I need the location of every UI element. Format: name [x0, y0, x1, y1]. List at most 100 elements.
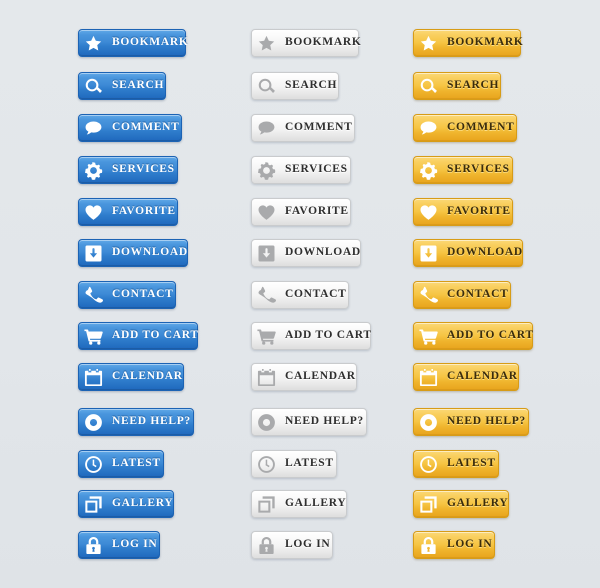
search-button-gray[interactable]: SEARCH: [251, 72, 339, 100]
contact-button-blue[interactable]: CONTACT: [78, 281, 176, 309]
phone-icon: [420, 286, 438, 303]
calendar-button-label: CALENDAR: [285, 370, 356, 383]
cart-icon: [84, 328, 103, 345]
cart-icon: [419, 328, 438, 345]
button-column-blue: BOOKMARK SEARCH COMMENT SERVICES FAVORITE DOW…: [0, 0, 200, 588]
cart-icon: [257, 328, 276, 345]
login-button-blue[interactable]: LOG IN: [78, 531, 160, 559]
bookmark-button-blue[interactable]: BOOKMARK: [78, 29, 188, 57]
download-icon: [85, 245, 102, 261]
add-to-cart-button-label: ADD TO CART: [447, 329, 534, 342]
login-button-yellow[interactable]: LOG IN: [413, 531, 495, 559]
contact-button-gray[interactable]: CONTACT: [251, 281, 349, 309]
clock-icon: [258, 455, 275, 473]
download-button-gray[interactable]: DOWNLOAD: [251, 239, 361, 267]
gallery-icon: [258, 495, 275, 513]
login-button-label: LOG IN: [285, 538, 331, 551]
calendar-button-gray[interactable]: CALENDAR: [251, 363, 357, 391]
favorite-button-gray[interactable]: FAVORITE: [251, 198, 351, 226]
download-button-label: DOWNLOAD: [112, 246, 188, 259]
lifebuoy-icon: [85, 413, 102, 431]
heart-icon: [85, 204, 102, 220]
gallery-button-blue[interactable]: GALLERY: [78, 490, 174, 518]
button-column-gray: BOOKMARK SEARCH COMMENT SERVICES FAVORITE DOW…: [200, 0, 400, 588]
need-help-button-label: NEED HELP?: [447, 415, 526, 428]
heart-icon: [258, 204, 275, 220]
download-icon: [258, 245, 275, 261]
services-button-label: SERVICES: [447, 163, 510, 176]
bookmark-button-label: BOOKMARK: [285, 36, 362, 49]
search-icon: [420, 78, 437, 93]
services-button-gray[interactable]: SERVICES: [251, 156, 351, 184]
comment-icon: [85, 121, 102, 135]
search-button-label: SEARCH: [447, 79, 500, 92]
star-icon: [85, 35, 102, 50]
comment-button-label: COMMENT: [285, 121, 353, 134]
download-button-yellow[interactable]: DOWNLOAD: [413, 239, 523, 267]
calendar-icon: [419, 368, 438, 386]
bookmark-button-yellow[interactable]: BOOKMARK: [413, 29, 523, 57]
services-button-label: SERVICES: [285, 163, 348, 176]
lock-icon: [259, 536, 274, 554]
add-to-cart-button-blue[interactable]: ADD TO CART: [78, 322, 198, 350]
gear-icon: [420, 161, 438, 180]
download-button-blue[interactable]: DOWNLOAD: [78, 239, 188, 267]
comment-button-yellow[interactable]: COMMENT: [413, 114, 517, 142]
lifebuoy-icon: [258, 413, 275, 431]
clock-icon: [85, 455, 102, 473]
favorite-button-blue[interactable]: FAVORITE: [78, 198, 178, 226]
favorite-button-yellow[interactable]: FAVORITE: [413, 198, 513, 226]
login-button-gray[interactable]: LOG IN: [251, 531, 333, 559]
gear-icon: [85, 161, 103, 180]
gallery-icon: [85, 495, 102, 513]
latest-button-gray[interactable]: LATEST: [251, 450, 337, 478]
favorite-button-label: FAVORITE: [112, 205, 176, 218]
search-button-blue[interactable]: SEARCH: [78, 72, 166, 100]
comment-icon: [258, 121, 275, 135]
comment-button-blue[interactable]: COMMENT: [78, 114, 182, 142]
calendar-button-label: CALENDAR: [112, 370, 183, 383]
download-button-label: DOWNLOAD: [285, 246, 361, 259]
phone-icon: [258, 286, 276, 303]
gallery-button-label: GALLERY: [447, 497, 509, 510]
add-to-cart-button-yellow[interactable]: ADD TO CART: [413, 322, 533, 350]
gallery-button-yellow[interactable]: GALLERY: [413, 490, 509, 518]
calendar-button-yellow[interactable]: CALENDAR: [413, 363, 519, 391]
search-icon: [85, 78, 102, 93]
latest-button-label: LATEST: [447, 457, 496, 470]
gear-icon: [258, 161, 276, 180]
button-board: BOOKMARK SEARCH COMMENT SERVICES FAVORITE DOW…: [0, 0, 600, 588]
button-column-yellow: BOOKMARK SEARCH COMMENT SERVICES FAVORITE DOW…: [400, 0, 600, 588]
latest-button-blue[interactable]: LATEST: [78, 450, 164, 478]
lock-icon: [421, 536, 436, 554]
favorite-button-label: FAVORITE: [285, 205, 349, 218]
contact-button-label: CONTACT: [112, 288, 174, 301]
need-help-button-blue[interactable]: NEED HELP?: [78, 408, 194, 436]
search-icon: [258, 78, 275, 93]
gallery-button-gray[interactable]: GALLERY: [251, 490, 347, 518]
lock-icon: [86, 536, 101, 554]
services-button-yellow[interactable]: SERVICES: [413, 156, 513, 184]
download-icon: [420, 245, 437, 261]
gallery-button-label: GALLERY: [112, 497, 174, 510]
comment-button-gray[interactable]: COMMENT: [251, 114, 355, 142]
latest-button-yellow[interactable]: LATEST: [413, 450, 499, 478]
services-button-blue[interactable]: SERVICES: [78, 156, 178, 184]
calendar-button-blue[interactable]: CALENDAR: [78, 363, 184, 391]
search-button-yellow[interactable]: SEARCH: [413, 72, 501, 100]
login-button-label: LOG IN: [447, 538, 493, 551]
star-icon: [420, 35, 437, 50]
gallery-button-label: GALLERY: [285, 497, 347, 510]
contact-button-label: CONTACT: [285, 288, 347, 301]
need-help-button-yellow[interactable]: NEED HELP?: [413, 408, 529, 436]
need-help-button-gray[interactable]: NEED HELP?: [251, 408, 367, 436]
phone-icon: [85, 286, 103, 303]
bookmark-button-label: BOOKMARK: [112, 36, 189, 49]
login-button-label: LOG IN: [112, 538, 158, 551]
comment-icon: [420, 121, 437, 135]
add-to-cart-button-gray[interactable]: ADD TO CART: [251, 322, 371, 350]
lifebuoy-icon: [420, 413, 437, 431]
bookmark-button-gray[interactable]: BOOKMARK: [251, 29, 361, 57]
contact-button-yellow[interactable]: CONTACT: [413, 281, 511, 309]
calendar-icon: [84, 368, 103, 386]
